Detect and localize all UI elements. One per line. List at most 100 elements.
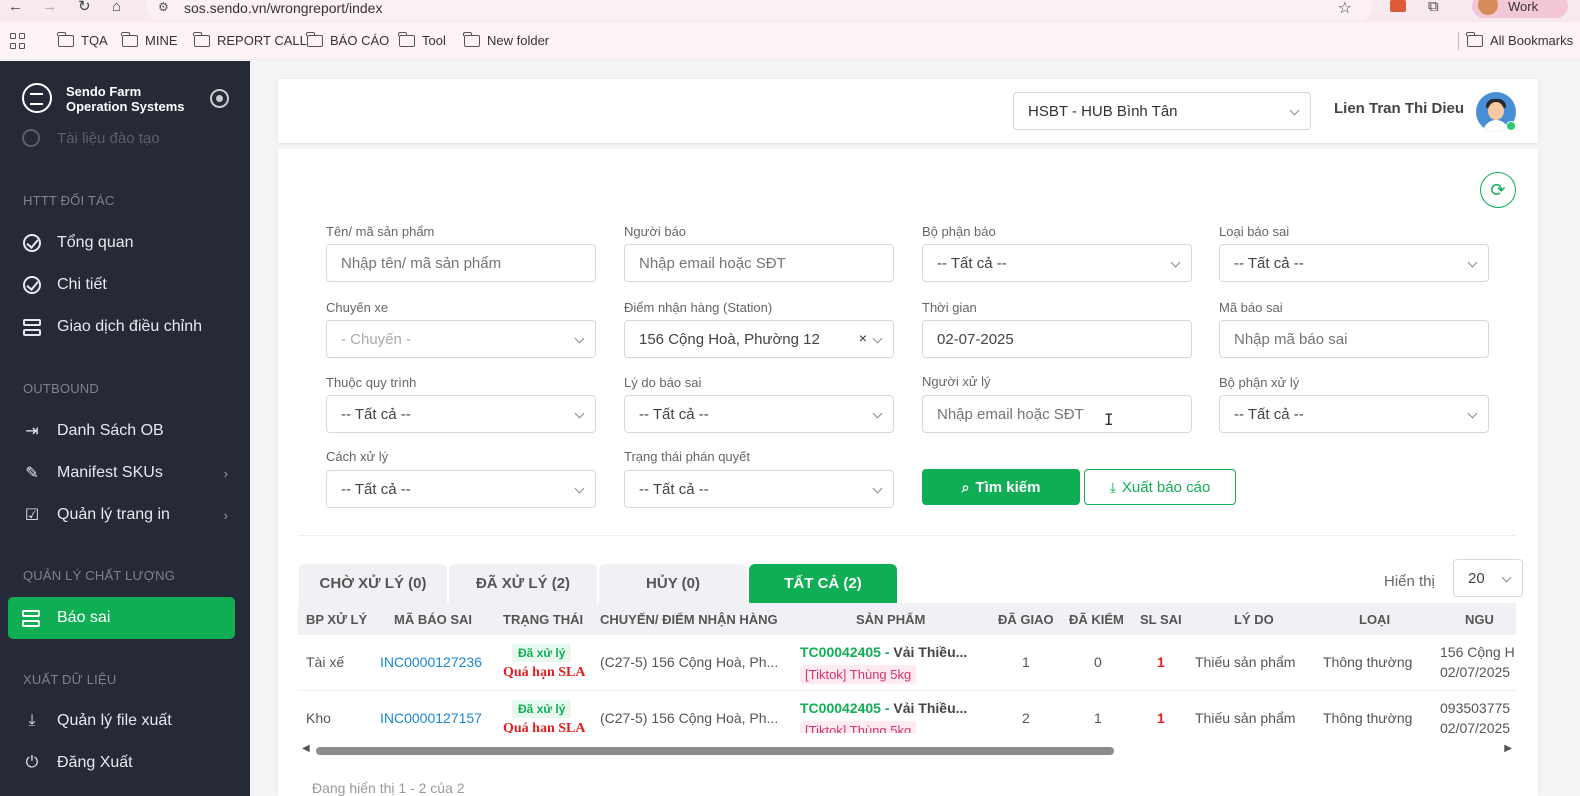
wrong-report-panel: ⟳ Tên/ mã sản phẩm Người báo Bộ phận báo… — [278, 149, 1538, 796]
cell-dept: Kho — [306, 710, 331, 726]
extension-icon[interactable] — [1390, 0, 1406, 12]
page-size-select[interactable]: 20 — [1453, 559, 1523, 597]
folder-icon — [1466, 31, 1483, 47]
back-icon[interactable]: ← — [8, 0, 23, 14]
report-type-select[interactable]: -- Tất cả -- — [1219, 244, 1489, 282]
folder-icon — [398, 31, 415, 47]
col-reason: LÝ DO — [1234, 612, 1274, 627]
reload-icon[interactable]: ↻ — [78, 0, 91, 14]
circle-icon — [22, 129, 40, 147]
sidebar-item-manifest[interactable]: ✎ Manifest SKUs › — [22, 461, 228, 485]
tab-all[interactable]: TẤT CẢ (2) — [749, 564, 897, 603]
sidebar-item-adjust[interactable]: Giao dịch điều chỉnh — [22, 315, 202, 339]
product-tag: [Tiktok] Thùng 5kg — [800, 665, 917, 684]
report-code-input[interactable] — [1219, 320, 1489, 358]
report-code-link[interactable]: INC0000127236 — [380, 654, 482, 670]
tab-pending[interactable]: CHỜ XỬ LÝ (0) — [299, 564, 447, 603]
scrollbar-thumb[interactable] — [316, 747, 1114, 755]
bookmark-tool[interactable]: Tool — [398, 31, 446, 48]
chevron-down-icon — [1289, 105, 1300, 116]
verdict-select[interactable]: -- Tất cả -- — [624, 470, 894, 508]
handler-dept-select[interactable]: -- Tất cả -- — [1219, 395, 1489, 433]
sidebar-item-overview[interactable]: Tổng quan — [22, 231, 134, 255]
status-badge: Đã xử lý — [512, 700, 572, 718]
site-info-icon[interactable]: ⚙ — [158, 0, 169, 14]
download-icon: ⤓ — [28, 712, 36, 729]
cell-dept: Tài xế — [306, 654, 345, 670]
process-label: Thuộc quy trình — [326, 375, 417, 390]
handler-label: Người xử lý — [922, 374, 991, 389]
sidebar-item-detail[interactable]: Chi tiết — [22, 273, 107, 297]
section-quality: QUẢN LÝ CHẤT LƯỢNG — [23, 568, 176, 583]
cell-wrong-qty: 1 — [1157, 710, 1165, 726]
search-button[interactable]: ⌕ Tìm kiếm — [922, 469, 1080, 505]
target-icon[interactable] — [210, 89, 229, 108]
sidebar-item-export-files[interactable]: ⤓ Quản lý file xuất — [22, 709, 171, 733]
apps-grid-icon[interactable] — [10, 33, 26, 49]
sidebar-item-wrong-report[interactable]: Báo sai — [8, 597, 235, 639]
time-input[interactable]: 02-07-2025 — [922, 320, 1192, 358]
bookmark-bao-cao[interactable]: BÁO CÁO — [306, 31, 389, 48]
chevron-down-icon — [1501, 572, 1512, 583]
product-tag: [Tiktok] Thùng 5kg — [800, 721, 917, 733]
check-circle-icon — [23, 234, 41, 252]
verdict-label: Trạng thái phán quyết — [624, 449, 750, 464]
all-bookmarks[interactable]: All Bookmarks — [1466, 31, 1573, 48]
col-status: TRẠNG THÁI — [503, 612, 584, 627]
edit-icon: ✎ — [25, 465, 39, 482]
table-row[interactable]: Tài xế INC0000127236 Đã xử lý Quá hạn SL… — [298, 635, 1516, 691]
scroll-left-icon[interactable]: ◀ — [302, 743, 310, 754]
bookmark-report-call[interactable]: REPORT CALL — [193, 31, 307, 48]
refresh-button[interactable]: ⟳ — [1480, 172, 1516, 208]
bookmarks-bar: TQA MINE REPORT CALL BÁO CÁO Tool New fo… — [0, 22, 1580, 60]
chevron-right-icon: › — [223, 465, 228, 481]
home-icon[interactable]: ⌂ — [112, 0, 121, 14]
extensions-puzzle-icon[interactable]: ⧉ — [1428, 0, 1439, 15]
cell-product[interactable]: TC00042405 - Vải Thiều... — [800, 644, 967, 660]
report-dept-select[interactable]: -- Tất cả -- — [922, 244, 1192, 282]
cell-product[interactable]: TC00042405 - Vải Thiều... — [800, 700, 967, 716]
bookmark-star-icon[interactable]: ☆ — [1338, 0, 1352, 18]
sidebar-item-ob-list[interactable]: ⇥ Danh Sách OB — [22, 419, 163, 443]
forward-icon[interactable]: → — [42, 0, 57, 14]
profile-chip[interactable]: Work — [1472, 0, 1568, 18]
sidebar-item-training[interactable]: Tài liệu đào tạo — [22, 129, 160, 147]
table-row[interactable]: Kho INC0000127157 Đã xử lý Quá hạn SLA (… — [298, 691, 1516, 733]
hub-select[interactable]: HSBT - HUB Bình Tân — [1013, 92, 1311, 130]
reason-label: Lý do báo sai — [624, 375, 702, 390]
cell-trip: (C27-5) 156 Cộng Hoà, Ph... — [600, 654, 779, 670]
reporter-input[interactable] — [624, 244, 894, 282]
address-bar[interactable]: ⚙ sos.sendo.vn/wrongreport/index ☆ — [146, 0, 1372, 20]
product-input[interactable] — [326, 244, 596, 282]
tab-cancelled[interactable]: HỦY (0) — [599, 564, 747, 603]
handler-input[interactable] — [922, 395, 1192, 433]
clear-icon[interactable]: × — [859, 330, 867, 346]
sidebar-item-logout[interactable]: ⏻ Đăng Xuất — [22, 751, 133, 775]
cell-type: Thông thường — [1323, 654, 1413, 670]
bookmark-tqa[interactable]: TQA — [57, 31, 108, 48]
scroll-right-icon[interactable]: ▶ — [1504, 743, 1512, 754]
export-report-button[interactable]: ⤓ Xuất báo cáo — [1084, 469, 1236, 505]
col-code: MÃ BÁO SAI — [394, 612, 472, 627]
col-checked: ĐÃ KIỂM — [1069, 612, 1124, 627]
bookmark-new-folder[interactable]: New folder — [463, 31, 549, 48]
trip-select[interactable]: - Chuyến - — [326, 320, 596, 358]
sidebar-item-print[interactable]: ☑ Quản lý trang in › — [22, 503, 228, 527]
chevron-down-icon — [872, 333, 883, 344]
station-select[interactable]: 156 Cộng Hoà, Phường 12 × — [624, 320, 894, 358]
process-select[interactable]: -- Tất cả -- — [326, 395, 596, 433]
bookmarks-divider — [1458, 32, 1459, 50]
chevron-down-icon — [574, 408, 585, 419]
section-export: XUẤT DỮ LIỆU — [23, 672, 117, 687]
table-horizontal-scrollbar[interactable]: ◀ ▶ — [298, 743, 1516, 757]
handling-label: Cách xử lý — [326, 449, 389, 464]
tab-processed[interactable]: ĐÃ XỬ LÝ (2) — [449, 564, 597, 603]
report-type-label: Loại báo sai — [1219, 224, 1290, 239]
report-code-link[interactable]: INC0000127157 — [380, 710, 482, 726]
reason-select[interactable]: -- Tất cả -- — [624, 395, 894, 433]
profile-label: Work — [1508, 0, 1539, 14]
bookmark-mine[interactable]: MINE — [121, 31, 178, 48]
handling-select[interactable]: -- Tất cả -- — [326, 470, 596, 508]
url-text: sos.sendo.vn/wrongreport/index — [184, 0, 383, 16]
chevron-right-icon: › — [223, 507, 228, 523]
